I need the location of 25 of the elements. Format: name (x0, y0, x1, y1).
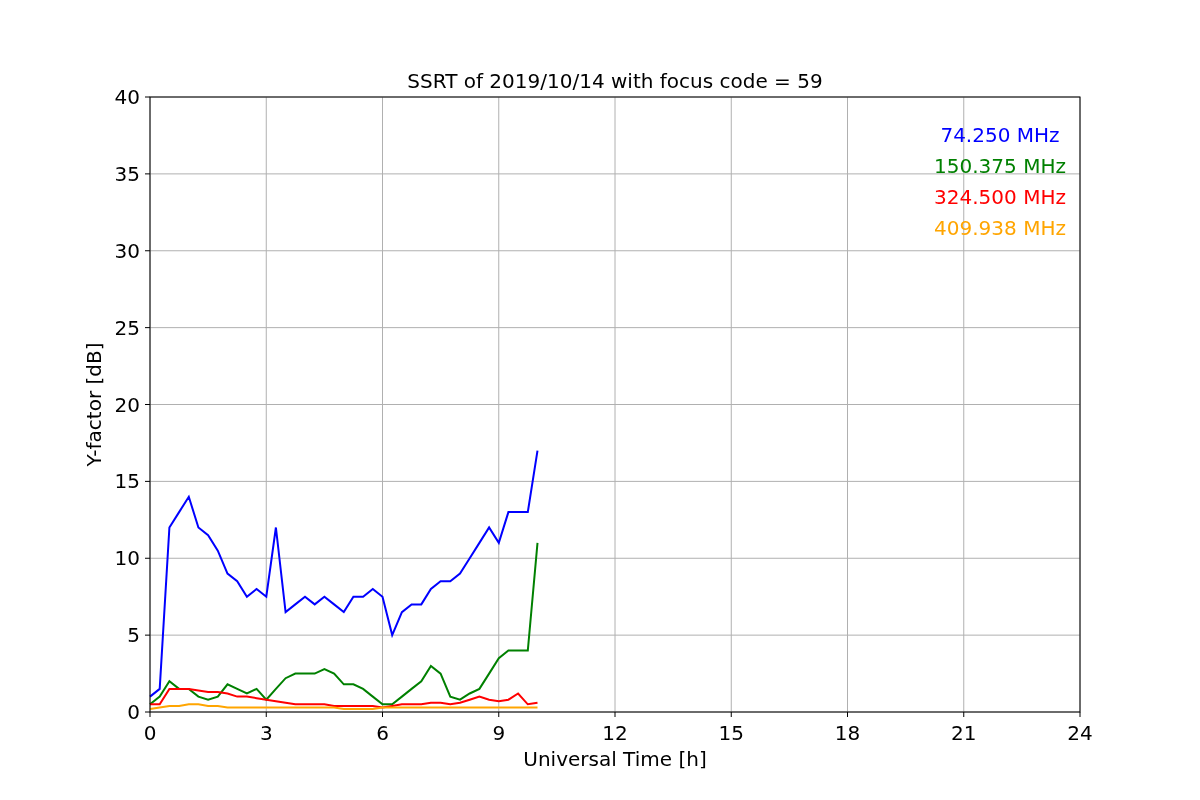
tick-label: 0 (127, 700, 140, 724)
legend-label: 150.375 MHz (934, 154, 1066, 178)
tick-label: 9 (492, 721, 506, 745)
chart-title: SSRT of 2019/10/14 with focus code = 59 (407, 69, 823, 93)
tick-label: 25 (114, 315, 140, 340)
tick-label: 3 (259, 721, 273, 745)
axis-label: Y-factor [dB] (82, 342, 106, 467)
tick-label: 15 (718, 721, 744, 745)
tick-label: 24 (1067, 721, 1093, 745)
tick-label: 40 (114, 85, 140, 109)
tick-label: 6 (376, 721, 389, 745)
tick-label: 35 (114, 161, 140, 186)
tick-label: 30 (114, 238, 140, 263)
tick-label: 21 (951, 721, 977, 745)
tick-label: 5 (127, 623, 140, 648)
axis-label: Universal Time [h] (523, 747, 707, 771)
legend-label: 74.250 MHz (940, 123, 1060, 147)
tick-label: 0 (143, 721, 157, 745)
tick-label: 15 (114, 469, 140, 494)
legend-label: 324.500 MHz (934, 185, 1066, 209)
legend-label: 409.938 MHz (934, 216, 1066, 240)
tick-label: 20 (114, 392, 140, 417)
tick-label: 12 (602, 721, 628, 745)
tick-label: 18 (834, 721, 861, 745)
tick-label: 10 (114, 546, 140, 571)
